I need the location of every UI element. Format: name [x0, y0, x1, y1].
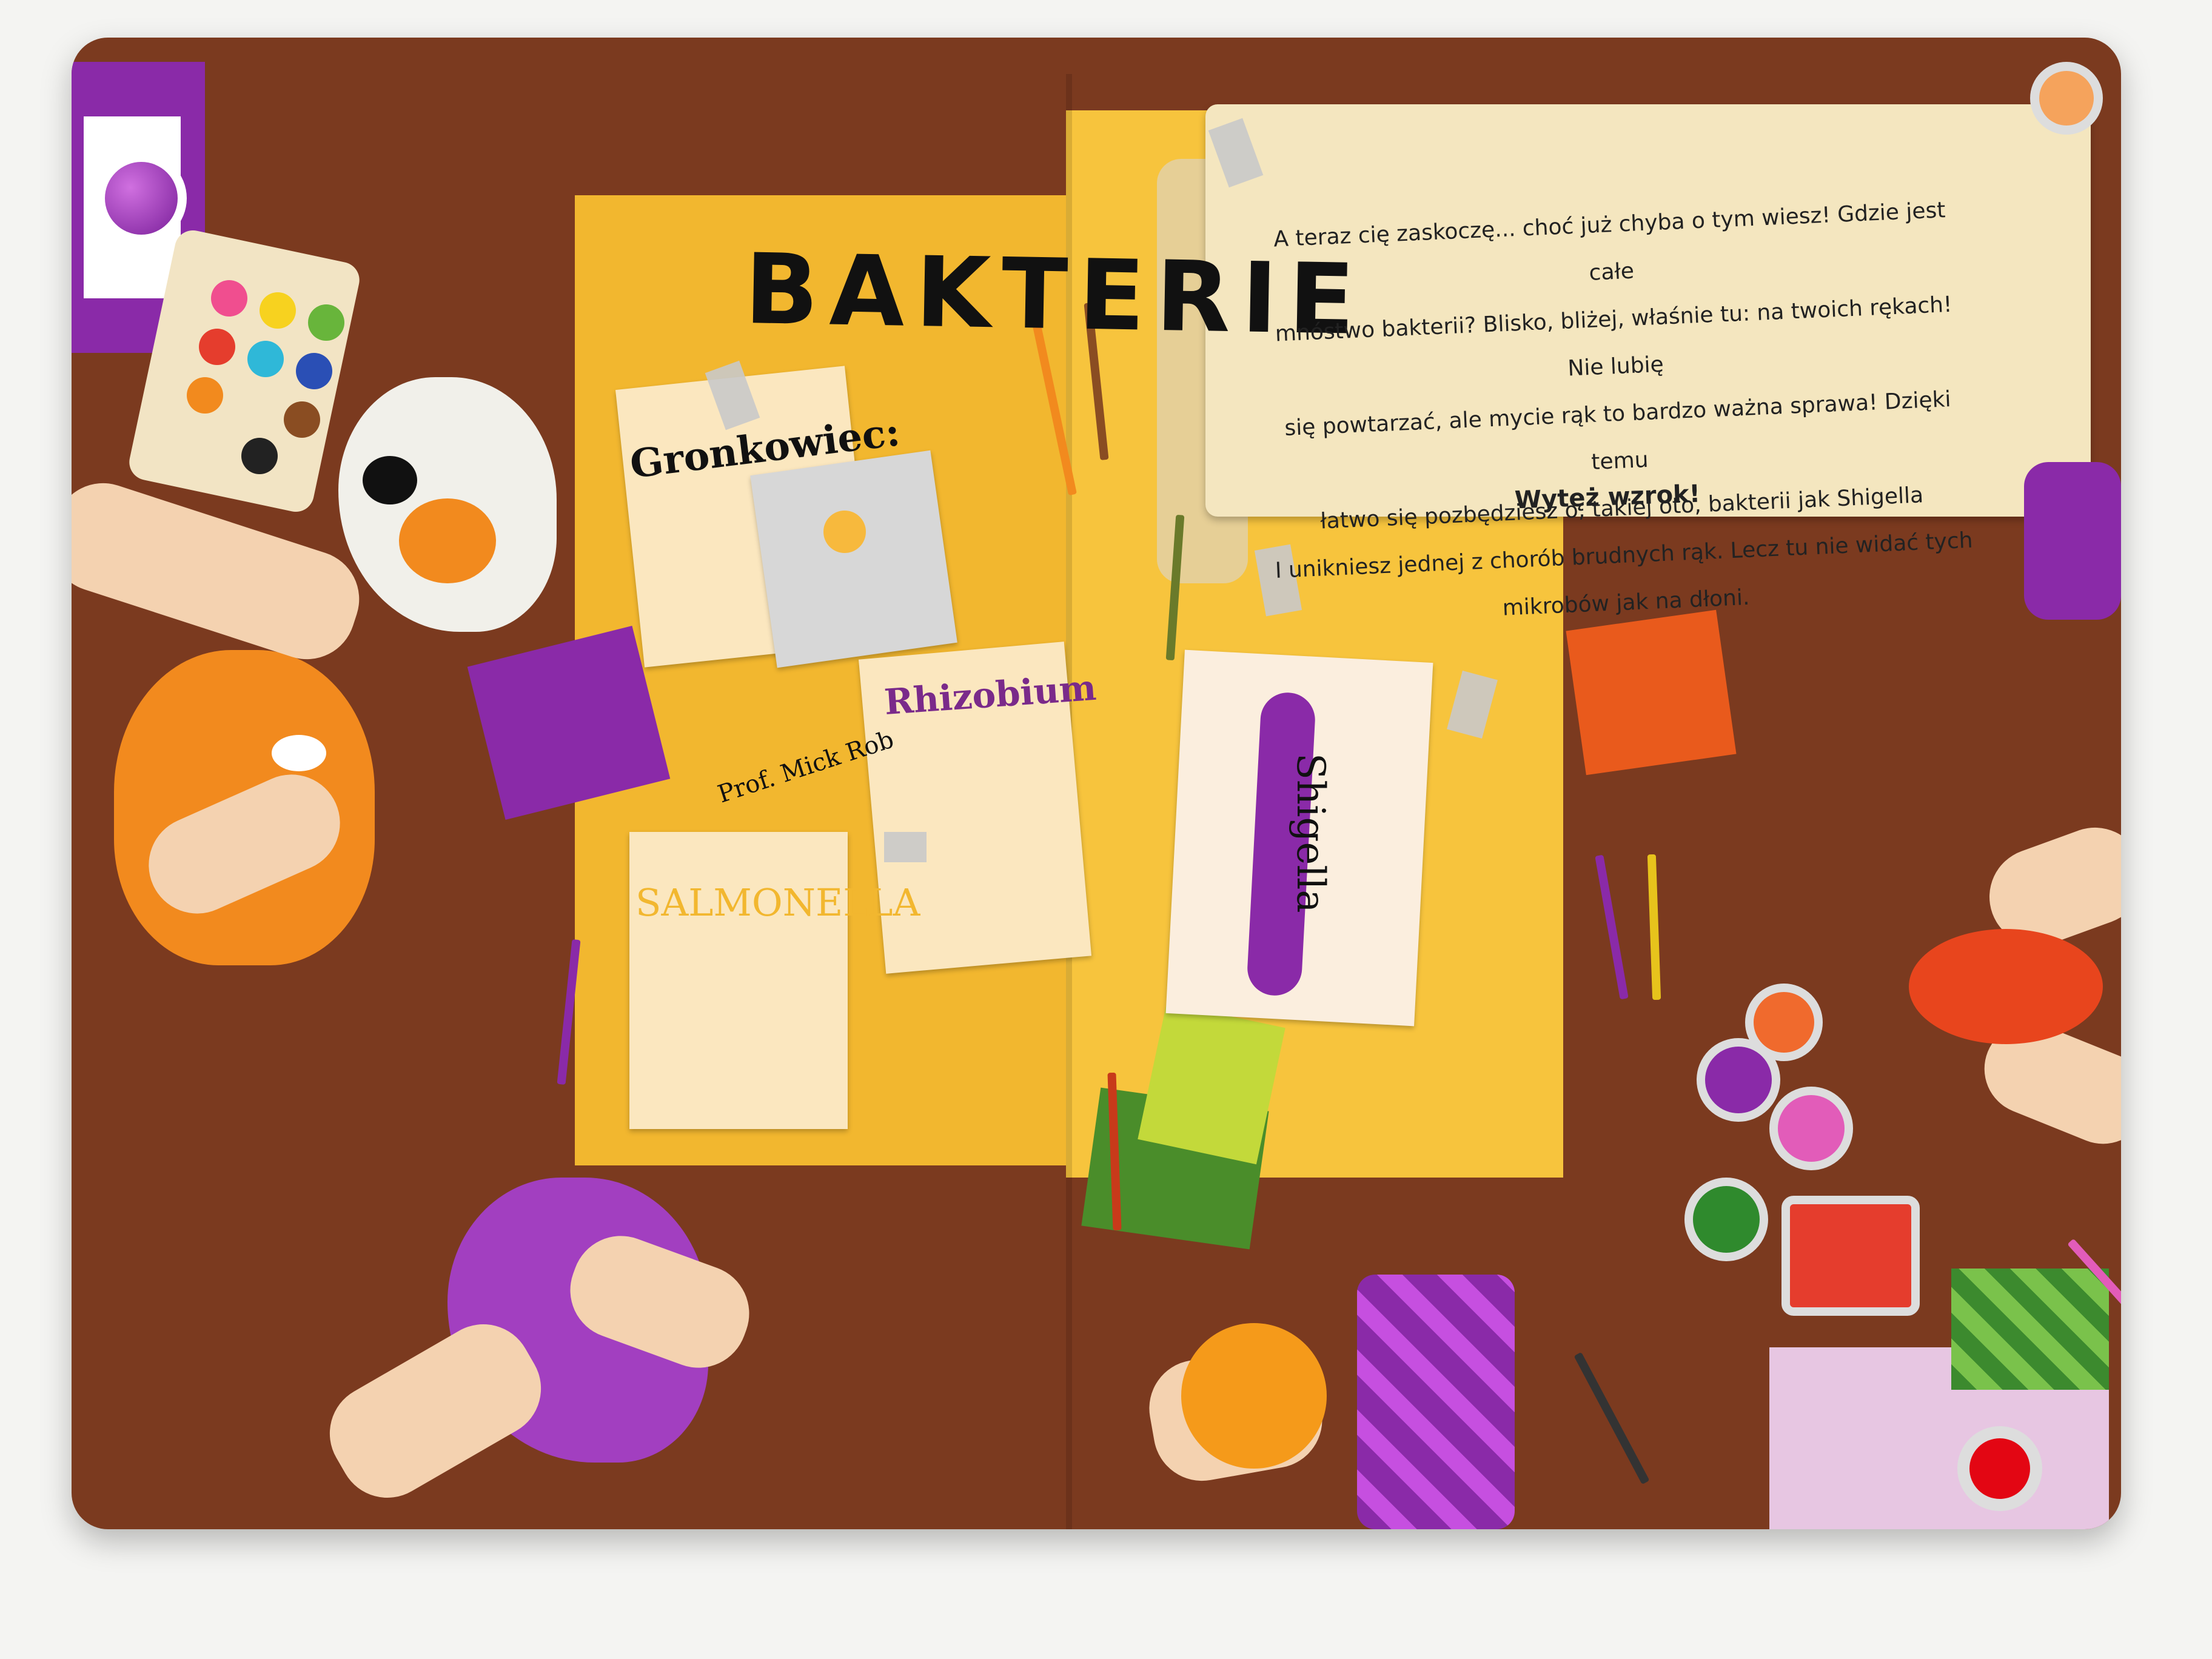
green-striped-paper	[1951, 1269, 2109, 1390]
pencil-purple-2	[1595, 854, 1629, 1000]
paint-black	[241, 438, 278, 474]
paint-cyan	[247, 341, 284, 377]
pencil-yellow	[1647, 854, 1661, 1000]
salmonella-note	[629, 832, 848, 1129]
scroll-paragraph: A teraz cię zaskoczę... choć już chyba o…	[1251, 186, 1984, 643]
orange-clay-ball	[1181, 1323, 1327, 1469]
purple-bag	[2024, 462, 2121, 620]
orange-dot-icon	[2039, 71, 2094, 126]
hand-left-top	[72, 471, 372, 672]
paint-brown	[284, 401, 320, 438]
pencil-black	[1574, 1352, 1650, 1485]
paint-smear-orange	[399, 498, 496, 583]
striped-sleeve	[1357, 1275, 1515, 1529]
paint-yellow	[260, 292, 296, 329]
red-paint-square	[1781, 1196, 1920, 1316]
paint-orange	[187, 377, 223, 414]
paint-pot-green	[1684, 1178, 1768, 1261]
creature-eye-left	[272, 735, 326, 771]
paint-red	[199, 329, 235, 365]
purple-ball-icon	[105, 162, 178, 235]
paint-green	[308, 304, 344, 341]
paint-pot-pink	[1769, 1087, 1853, 1170]
paint-pot-orange	[1745, 984, 1823, 1061]
red-clay-bacterium	[1909, 929, 2103, 1044]
shigella-label: Shigella	[1288, 753, 1333, 913]
salmonella-label: SALMONELLA	[635, 880, 920, 925]
red-dot-icon	[1969, 1438, 2030, 1499]
paint-blue	[296, 353, 332, 389]
paint-pink	[211, 280, 247, 317]
book-spread: BAKTERIE Gronkowiec: Rhizobium SALMONELL…	[72, 38, 2121, 1529]
orange-paper	[1566, 609, 1737, 776]
professor-photo	[750, 450, 957, 668]
tape-4	[884, 832, 927, 862]
professor-figure	[823, 511, 866, 553]
paint-smear-black	[363, 456, 417, 504]
